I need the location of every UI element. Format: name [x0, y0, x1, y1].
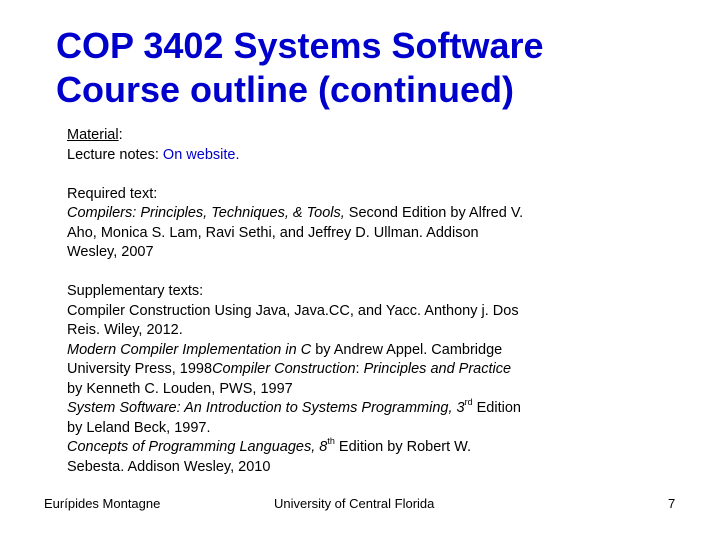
supplementary-book-title: Compiler Construction	[212, 361, 356, 377]
supplementary-line-3-rest: by Andrew Appel. Cambridge	[311, 341, 503, 358]
lecture-notes-label: Lecture notes:	[67, 146, 163, 163]
material-heading-line: Material:	[67, 126, 647, 146]
required-book-title: Compilers: Principles, Techniques, & Too…	[67, 205, 345, 221]
supplementary-book-title: System Software: An Introduction to Syst…	[67, 400, 465, 416]
required-heading: Required text:	[67, 185, 158, 202]
title-line-2: Course outline (continued)	[56, 69, 514, 110]
slide-content: Material: Lecture notes: On website. Req…	[67, 126, 647, 477]
supplementary-book-title: Principles and Practice	[359, 361, 512, 377]
supplementary-line-3: Modern Compiler Implementation in C by A…	[67, 341, 647, 361]
footer-page-number: 7	[668, 496, 676, 511]
required-line-2: Aho, Monica S. Lam, Ravi Sethi, and Jeff…	[67, 224, 479, 241]
supplementary-line-6: System Software: An Introduction to Syst…	[67, 397, 647, 419]
title-line-1: COP 3402 Systems Software	[56, 25, 544, 66]
supplementary-book-title: Modern Compiler Implementation in C	[67, 341, 312, 358]
footer-author: Eurípides Montagne	[44, 496, 161, 511]
required-line-1-rest: Second Edition by Alfred V.	[344, 205, 524, 221]
supplementary-ordinal: rd	[464, 397, 473, 408]
supplementary-line-1: Compiler Construction Using Java, Java.C…	[67, 302, 519, 319]
supplementary-line-5: by Kenneth C. Louden, PWS, 1997	[67, 380, 293, 397]
supplementary-ordinal: th	[327, 436, 335, 447]
supplementary-line-4: University Press, 1998Compiler Construct…	[67, 360, 647, 380]
material-heading: Material	[67, 127, 119, 143]
supplementary-line-6-rest: Edition	[472, 400, 521, 416]
supplementary-line-9: Sebesta. Addison Wesley, 2010	[67, 458, 271, 475]
supplementary-line-4-a: University Press, 1998	[67, 361, 213, 377]
supplementary-line-7: by Leland Beck, 1997.	[67, 419, 211, 436]
supplementary-book-title: Concepts of Programming Languages, 8	[67, 439, 328, 455]
supplementary-line-8: Concepts of Programming Languages, 8th E…	[67, 436, 647, 458]
slide-title: COP 3402 Systems Software Course outline…	[56, 24, 696, 112]
lecture-notes-value: On website.	[162, 146, 240, 163]
material-colon: :	[118, 127, 123, 143]
supplementary-heading: Supplementary texts:	[67, 283, 204, 299]
required-line-1: Compilers: Principles, Techniques, & Too…	[67, 204, 647, 224]
footer-institution: University of Central Florida	[274, 496, 435, 511]
supplementary-line-8-rest: Edition by Robert W.	[334, 439, 472, 455]
supplementary-line-2: Reis. Wiley, 2012.	[67, 322, 183, 338]
required-line-3: Wesley, 2007	[67, 244, 154, 260]
lecture-notes-line: Lecture notes: On website.	[67, 146, 647, 166]
